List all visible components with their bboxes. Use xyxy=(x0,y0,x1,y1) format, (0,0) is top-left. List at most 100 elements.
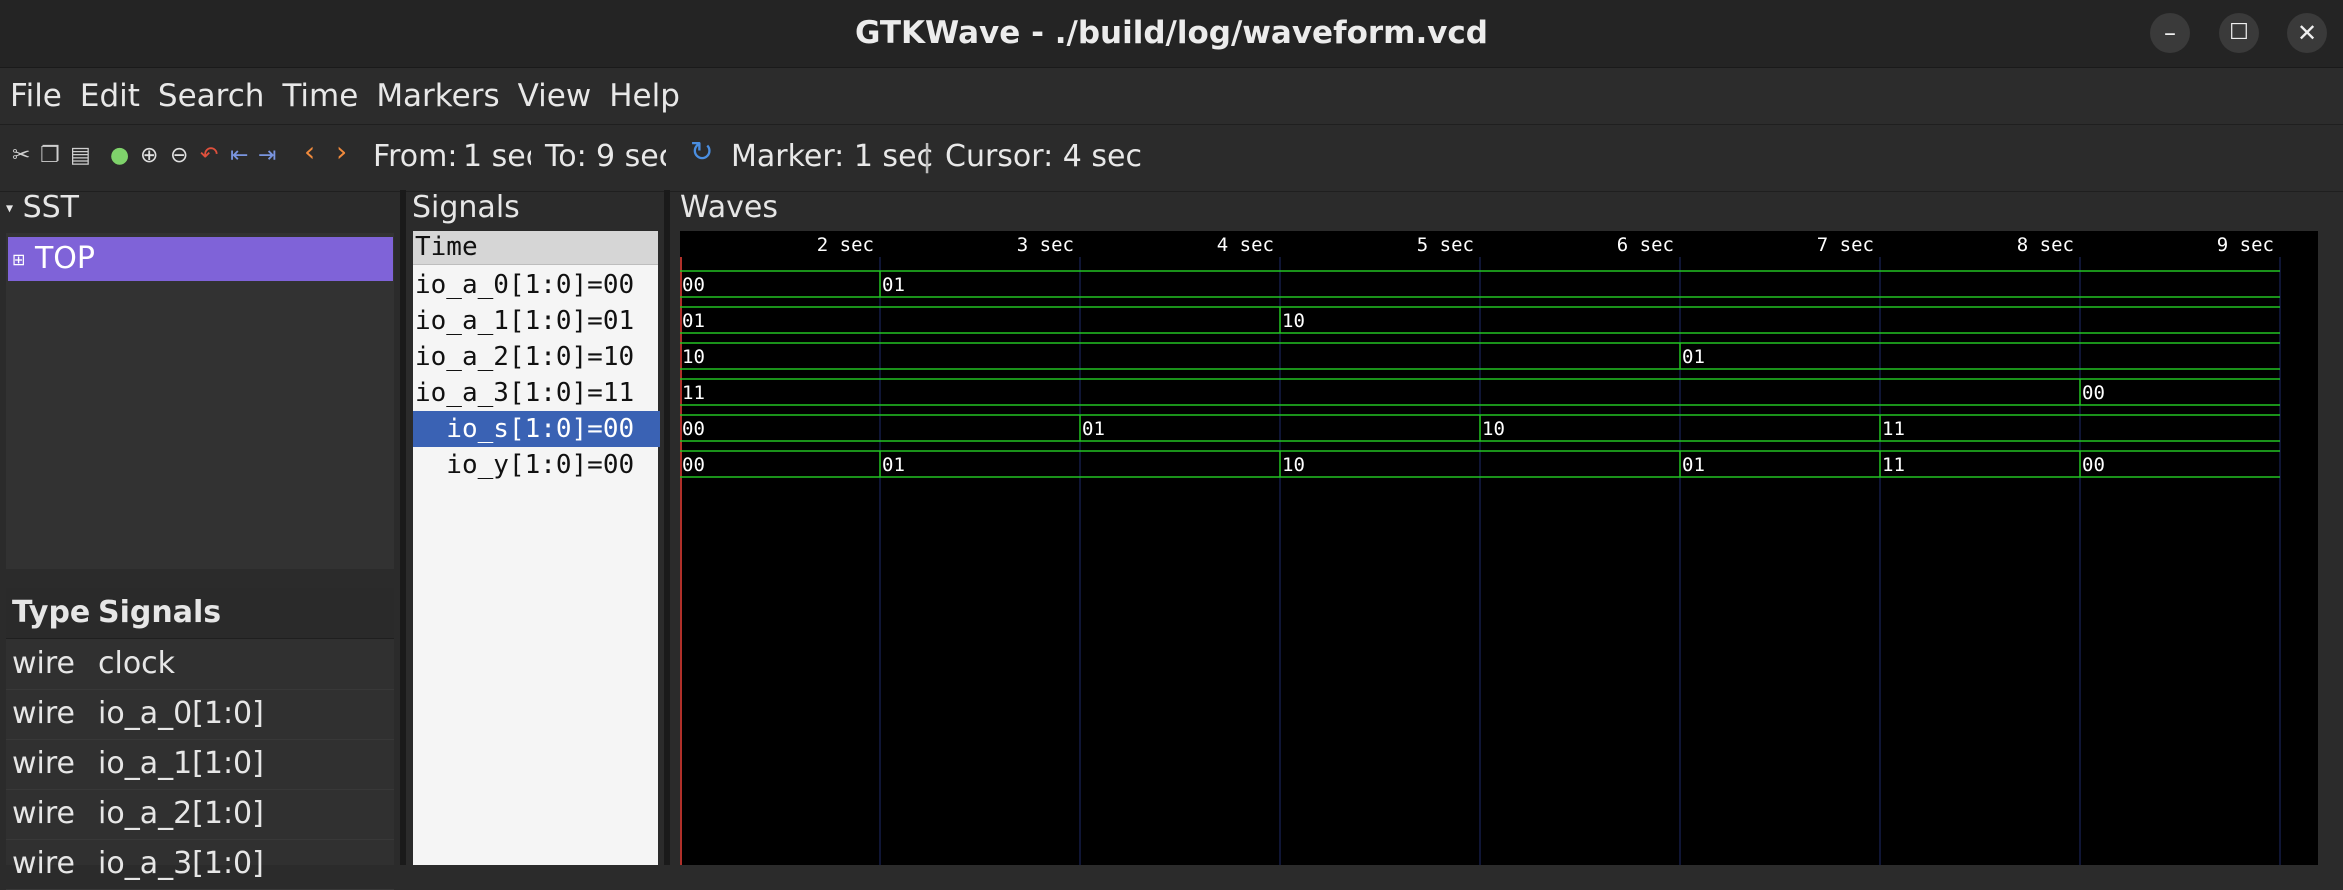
waveform-value-label: 10 xyxy=(1282,454,1305,476)
from-label: From: xyxy=(373,139,458,174)
signals-pane: Time io_a_0[1:0]=00 io_a_1[1:0]=01 io_a_… xyxy=(413,231,660,865)
marker-readout: Marker: 1 sec xyxy=(731,139,934,174)
time-tick-label: 9 sec xyxy=(2217,234,2274,256)
type-cell: wire xyxy=(12,646,76,681)
time-label: Time xyxy=(415,232,478,262)
time-tick-label: 3 sec xyxy=(1017,234,1074,256)
signal-item[interactable]: io_a_0[1:0]=00 xyxy=(413,267,660,303)
table-row[interactable]: wire clock xyxy=(6,639,394,690)
title-bar: GTKWave - ./build/log/waveform.vcd – ☐ ✕ xyxy=(0,0,2343,67)
expander-icon: ▾ xyxy=(6,200,14,217)
menu-search[interactable]: Search xyxy=(158,78,265,114)
type-column-header[interactable]: Type xyxy=(12,588,90,638)
pane-divider[interactable] xyxy=(664,190,670,865)
maximize-icon: ☐ xyxy=(2229,20,2249,45)
waveform-value-label: 01 xyxy=(1682,454,1705,476)
find-next-edge-icon[interactable]: › xyxy=(336,138,347,166)
tree-node-icon: ⊞ xyxy=(12,249,26,269)
close-button[interactable]: ✕ xyxy=(2287,13,2327,53)
tree-item-top[interactable]: ⊞ TOP xyxy=(8,237,393,281)
waves-pane-title: Waves xyxy=(680,190,778,225)
sst-signal-table: Type Signals wire clock wire io_a_0[1:0]… xyxy=(6,588,394,890)
signal-item[interactable]: io_a_1[1:0]=01 xyxy=(413,303,660,339)
cursor-readout: Cursor: 4 sec xyxy=(945,139,1142,174)
menu-bar: File Edit Search Time Markers View Help xyxy=(0,67,2343,124)
signal-item[interactable]: io_a_3[1:0]=11 xyxy=(413,375,660,411)
waveform-value-label: 11 xyxy=(1882,454,1905,476)
waveform-value-label: 01 xyxy=(682,310,705,332)
tree-item-label: TOP xyxy=(34,241,95,276)
from-field[interactable]: 1 sec xyxy=(463,137,531,177)
table-row[interactable]: wire io_a_2[1:0] xyxy=(6,789,394,840)
signal-cell: io_a_1[1:0] xyxy=(98,746,264,781)
to-field[interactable]: 9 sec xyxy=(596,137,666,177)
menu-markers[interactable]: Markers xyxy=(376,78,499,114)
waveform-value-label: 01 xyxy=(1682,346,1705,368)
time-tick-label: 5 sec xyxy=(1417,234,1474,256)
undo-zoom-icon[interactable]: ↶ xyxy=(200,142,218,170)
signal-cell: io_a_2[1:0] xyxy=(98,796,264,831)
signal-item[interactable]: io_a_2[1:0]=10 xyxy=(413,339,660,375)
sst-header[interactable]: ▾ SST xyxy=(6,190,79,225)
minimize-icon: – xyxy=(2164,19,2176,47)
zoom-out-icon[interactable]: ⊖ xyxy=(170,142,188,170)
type-cell: wire xyxy=(12,846,76,881)
signal-item[interactable]: io_y[1:0]=00 xyxy=(413,447,660,483)
waveform-value-label: 00 xyxy=(682,454,705,476)
minimize-button[interactable]: – xyxy=(2150,13,2190,53)
paste-icon[interactable]: ▤ xyxy=(70,142,91,170)
type-cell: wire xyxy=(12,696,76,731)
type-cell: wire xyxy=(12,746,76,781)
waveform-value-label: 00 xyxy=(2082,454,2105,476)
waveform-value-label: 00 xyxy=(682,274,705,296)
to-label: To: xyxy=(545,139,587,174)
waveform-value-label: 11 xyxy=(682,382,705,404)
signals-column-header[interactable]: Signals xyxy=(98,588,221,638)
pane-divider[interactable] xyxy=(400,190,406,865)
time-tick-label: 2 sec xyxy=(817,234,874,256)
time-tick-label: 6 sec xyxy=(1617,234,1674,256)
table-row[interactable]: wire io_a_1[1:0] xyxy=(6,739,394,790)
type-cell: wire xyxy=(12,796,76,831)
vertical-scrollbar[interactable] xyxy=(2318,231,2343,865)
signal-cell: io_a_3[1:0] xyxy=(98,846,264,881)
waveform-value-label: 00 xyxy=(682,418,705,440)
waveform-value-label: 10 xyxy=(1282,310,1305,332)
time-tick-label: 7 sec xyxy=(1817,234,1874,256)
copy-icon[interactable]: ❐ xyxy=(40,142,60,170)
zoom-to-start-icon[interactable]: ⇤ xyxy=(230,142,248,170)
menu-edit[interactable]: Edit xyxy=(80,78,140,114)
reload-icon[interactable]: ↻ xyxy=(690,138,713,166)
signal-item-selected[interactable]: io_s[1:0]=00 xyxy=(413,411,660,447)
signal-cell: io_a_0[1:0] xyxy=(98,696,264,731)
find-previous-edge-icon[interactable]: ‹ xyxy=(304,138,315,166)
sst-title: SST xyxy=(22,190,79,225)
waveform-value-label: 01 xyxy=(1082,418,1105,440)
waveform-value-label: 10 xyxy=(1482,418,1505,440)
table-header: Type Signals xyxy=(6,588,394,639)
waves-pane[interactable]: 2 sec 3 sec 4 sec 5 sec 6 sec 7 sec 8 sec 9 sec… xyxy=(680,231,2318,865)
window-title: GTKWave - ./build/log/waveform.vcd xyxy=(854,15,1489,51)
maximize-button[interactable]: ☐ xyxy=(2219,13,2259,53)
zoom-fit-icon[interactable]: ● xyxy=(110,142,129,170)
time-tick-label: 8 sec xyxy=(2017,234,2074,256)
sst-tree xyxy=(6,233,394,569)
menu-help[interactable]: Help xyxy=(609,78,680,114)
time-header: Time xyxy=(413,231,658,265)
table-row[interactable]: wire io_a_0[1:0] xyxy=(6,689,394,740)
waveform-canvas[interactable]: 2 sec 3 sec 4 sec 5 sec 6 sec 7 sec 8 sec 9 sec… xyxy=(680,231,2318,865)
signals-pane-title: Signals xyxy=(412,190,520,225)
menu-time[interactable]: Time xyxy=(282,78,358,114)
signal-cell: clock xyxy=(98,646,176,681)
zoom-to-end-icon[interactable]: ⇥ xyxy=(258,142,276,170)
time-tick-label: 4 sec xyxy=(1217,234,1274,256)
menu-file[interactable]: File xyxy=(10,78,62,114)
toolbar: ✂ ❐ ▤ ● ⊕ ⊖ ↶ ⇤ ⇥ ‹ › From: 1 sec To: 9 … xyxy=(0,124,2343,192)
close-icon: ✕ xyxy=(2296,19,2318,47)
waveform-value-label: 00 xyxy=(2082,382,2105,404)
zoom-in-icon[interactable]: ⊕ xyxy=(140,142,158,170)
waveform-value-label: 11 xyxy=(1882,418,1905,440)
cut-icon[interactable]: ✂ xyxy=(12,142,30,170)
menu-view[interactable]: View xyxy=(518,78,592,114)
waveform-value-label: 01 xyxy=(882,454,905,476)
